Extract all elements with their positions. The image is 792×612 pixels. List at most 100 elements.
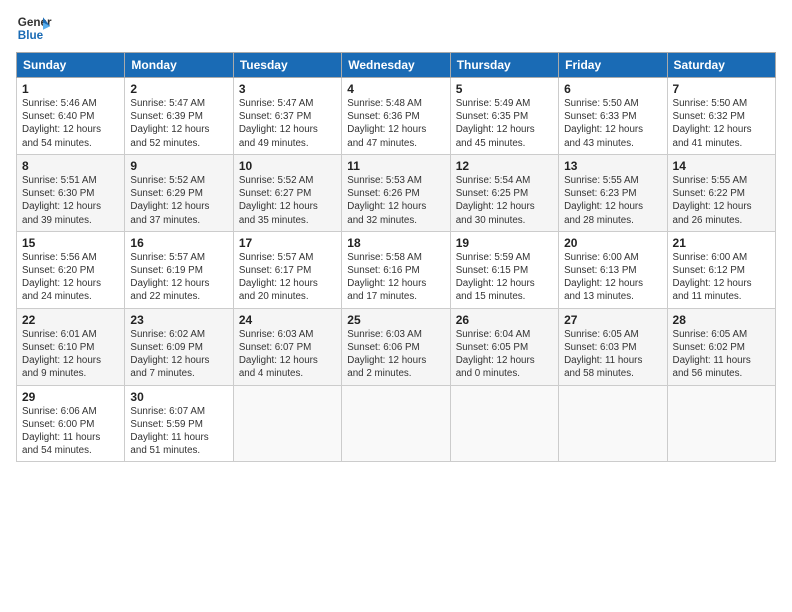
day-info: Sunrise: 5:54 AM Sunset: 6:25 PM Dayligh…	[456, 174, 553, 227]
weekday-header-saturday: Saturday	[667, 53, 775, 78]
weekday-header-thursday: Thursday	[450, 53, 558, 78]
day-info: Sunrise: 5:47 AM Sunset: 6:39 PM Dayligh…	[130, 97, 227, 150]
calendar-cell	[667, 385, 775, 462]
calendar-cell: 4Sunrise: 5:48 AM Sunset: 6:36 PM Daylig…	[342, 78, 450, 155]
calendar-cell: 6Sunrise: 5:50 AM Sunset: 6:33 PM Daylig…	[559, 78, 667, 155]
calendar-cell: 26Sunrise: 6:04 AM Sunset: 6:05 PM Dayli…	[450, 308, 558, 385]
calendar-cell: 9Sunrise: 5:52 AM Sunset: 6:29 PM Daylig…	[125, 154, 233, 231]
day-info: Sunrise: 6:02 AM Sunset: 6:09 PM Dayligh…	[130, 328, 227, 381]
day-number: 25	[347, 313, 444, 327]
weekday-header-friday: Friday	[559, 53, 667, 78]
day-number: 7	[673, 82, 770, 96]
day-info: Sunrise: 6:03 AM Sunset: 6:06 PM Dayligh…	[347, 328, 444, 381]
calendar-week-1: 1Sunrise: 5:46 AM Sunset: 6:40 PM Daylig…	[17, 78, 776, 155]
day-info: Sunrise: 6:06 AM Sunset: 6:00 PM Dayligh…	[22, 405, 119, 458]
calendar-cell: 15Sunrise: 5:56 AM Sunset: 6:20 PM Dayli…	[17, 231, 125, 308]
logo-icon: General Blue	[16, 10, 52, 46]
calendar-cell: 7Sunrise: 5:50 AM Sunset: 6:32 PM Daylig…	[667, 78, 775, 155]
day-number: 30	[130, 390, 227, 404]
calendar-cell: 22Sunrise: 6:01 AM Sunset: 6:10 PM Dayli…	[17, 308, 125, 385]
calendar-cell: 11Sunrise: 5:53 AM Sunset: 6:26 PM Dayli…	[342, 154, 450, 231]
weekday-header-tuesday: Tuesday	[233, 53, 341, 78]
weekday-header-monday: Monday	[125, 53, 233, 78]
weekday-header-wednesday: Wednesday	[342, 53, 450, 78]
day-info: Sunrise: 5:48 AM Sunset: 6:36 PM Dayligh…	[347, 97, 444, 150]
day-number: 4	[347, 82, 444, 96]
calendar-cell: 17Sunrise: 5:57 AM Sunset: 6:17 PM Dayli…	[233, 231, 341, 308]
svg-text:Blue: Blue	[18, 29, 44, 42]
calendar-cell: 2Sunrise: 5:47 AM Sunset: 6:39 PM Daylig…	[125, 78, 233, 155]
day-number: 23	[130, 313, 227, 327]
calendar-cell: 28Sunrise: 6:05 AM Sunset: 6:02 PM Dayli…	[667, 308, 775, 385]
calendar-cell	[233, 385, 341, 462]
calendar-week-3: 15Sunrise: 5:56 AM Sunset: 6:20 PM Dayli…	[17, 231, 776, 308]
day-number: 9	[130, 159, 227, 173]
calendar-cell: 18Sunrise: 5:58 AM Sunset: 6:16 PM Dayli…	[342, 231, 450, 308]
day-info: Sunrise: 5:58 AM Sunset: 6:16 PM Dayligh…	[347, 251, 444, 304]
day-number: 11	[347, 159, 444, 173]
weekday-header-sunday: Sunday	[17, 53, 125, 78]
day-number: 28	[673, 313, 770, 327]
day-number: 29	[22, 390, 119, 404]
calendar-week-5: 29Sunrise: 6:06 AM Sunset: 6:00 PM Dayli…	[17, 385, 776, 462]
day-number: 24	[239, 313, 336, 327]
day-info: Sunrise: 6:00 AM Sunset: 6:12 PM Dayligh…	[673, 251, 770, 304]
day-info: Sunrise: 5:47 AM Sunset: 6:37 PM Dayligh…	[239, 97, 336, 150]
calendar-cell	[559, 385, 667, 462]
day-number: 17	[239, 236, 336, 250]
day-number: 15	[22, 236, 119, 250]
calendar-cell: 10Sunrise: 5:52 AM Sunset: 6:27 PM Dayli…	[233, 154, 341, 231]
day-info: Sunrise: 5:55 AM Sunset: 6:22 PM Dayligh…	[673, 174, 770, 227]
day-number: 12	[456, 159, 553, 173]
calendar-cell: 8Sunrise: 5:51 AM Sunset: 6:30 PM Daylig…	[17, 154, 125, 231]
day-info: Sunrise: 6:05 AM Sunset: 6:03 PM Dayligh…	[564, 328, 661, 381]
day-info: Sunrise: 5:57 AM Sunset: 6:19 PM Dayligh…	[130, 251, 227, 304]
page: General Blue SundayMondayTuesdayWednesda…	[0, 0, 792, 612]
calendar-cell: 14Sunrise: 5:55 AM Sunset: 6:22 PM Dayli…	[667, 154, 775, 231]
calendar-cell: 25Sunrise: 6:03 AM Sunset: 6:06 PM Dayli…	[342, 308, 450, 385]
calendar-cell: 1Sunrise: 5:46 AM Sunset: 6:40 PM Daylig…	[17, 78, 125, 155]
day-number: 21	[673, 236, 770, 250]
calendar-cell	[342, 385, 450, 462]
day-info: Sunrise: 5:50 AM Sunset: 6:32 PM Dayligh…	[673, 97, 770, 150]
day-number: 19	[456, 236, 553, 250]
day-number: 14	[673, 159, 770, 173]
calendar-week-4: 22Sunrise: 6:01 AM Sunset: 6:10 PM Dayli…	[17, 308, 776, 385]
day-number: 13	[564, 159, 661, 173]
day-info: Sunrise: 5:49 AM Sunset: 6:35 PM Dayligh…	[456, 97, 553, 150]
calendar-cell: 19Sunrise: 5:59 AM Sunset: 6:15 PM Dayli…	[450, 231, 558, 308]
day-number: 5	[456, 82, 553, 96]
calendar-cell: 21Sunrise: 6:00 AM Sunset: 6:12 PM Dayli…	[667, 231, 775, 308]
day-number: 8	[22, 159, 119, 173]
calendar-cell: 3Sunrise: 5:47 AM Sunset: 6:37 PM Daylig…	[233, 78, 341, 155]
day-number: 6	[564, 82, 661, 96]
day-info: Sunrise: 5:53 AM Sunset: 6:26 PM Dayligh…	[347, 174, 444, 227]
day-info: Sunrise: 6:01 AM Sunset: 6:10 PM Dayligh…	[22, 328, 119, 381]
day-info: Sunrise: 6:05 AM Sunset: 6:02 PM Dayligh…	[673, 328, 770, 381]
calendar-cell: 29Sunrise: 6:06 AM Sunset: 6:00 PM Dayli…	[17, 385, 125, 462]
day-info: Sunrise: 5:52 AM Sunset: 6:27 PM Dayligh…	[239, 174, 336, 227]
calendar-cell: 27Sunrise: 6:05 AM Sunset: 6:03 PM Dayli…	[559, 308, 667, 385]
day-info: Sunrise: 5:51 AM Sunset: 6:30 PM Dayligh…	[22, 174, 119, 227]
day-info: Sunrise: 5:52 AM Sunset: 6:29 PM Dayligh…	[130, 174, 227, 227]
day-number: 10	[239, 159, 336, 173]
day-info: Sunrise: 6:07 AM Sunset: 5:59 PM Dayligh…	[130, 405, 227, 458]
day-info: Sunrise: 5:46 AM Sunset: 6:40 PM Dayligh…	[22, 97, 119, 150]
day-number: 27	[564, 313, 661, 327]
day-number: 16	[130, 236, 227, 250]
day-info: Sunrise: 6:03 AM Sunset: 6:07 PM Dayligh…	[239, 328, 336, 381]
calendar-cell: 20Sunrise: 6:00 AM Sunset: 6:13 PM Dayli…	[559, 231, 667, 308]
day-info: Sunrise: 5:55 AM Sunset: 6:23 PM Dayligh…	[564, 174, 661, 227]
day-number: 2	[130, 82, 227, 96]
header: General Blue	[16, 10, 776, 46]
day-number: 20	[564, 236, 661, 250]
day-number: 18	[347, 236, 444, 250]
calendar-cell: 13Sunrise: 5:55 AM Sunset: 6:23 PM Dayli…	[559, 154, 667, 231]
calendar-cell	[450, 385, 558, 462]
day-info: Sunrise: 6:00 AM Sunset: 6:13 PM Dayligh…	[564, 251, 661, 304]
calendar-cell: 16Sunrise: 5:57 AM Sunset: 6:19 PM Dayli…	[125, 231, 233, 308]
calendar-cell: 12Sunrise: 5:54 AM Sunset: 6:25 PM Dayli…	[450, 154, 558, 231]
day-info: Sunrise: 5:50 AM Sunset: 6:33 PM Dayligh…	[564, 97, 661, 150]
day-info: Sunrise: 6:04 AM Sunset: 6:05 PM Dayligh…	[456, 328, 553, 381]
day-info: Sunrise: 5:56 AM Sunset: 6:20 PM Dayligh…	[22, 251, 119, 304]
